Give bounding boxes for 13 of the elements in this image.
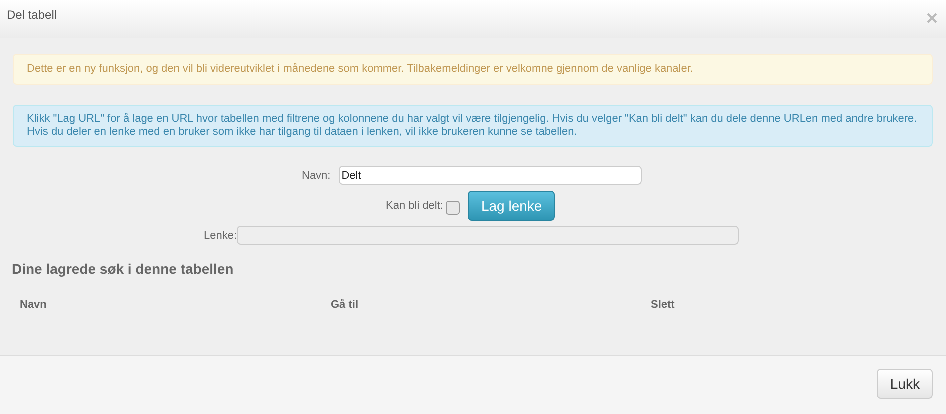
share-checkbox[interactable] — [446, 200, 460, 214]
link-label: Lenke: — [204, 230, 238, 242]
column-header: Gå til — [331, 299, 360, 311]
column-header: Slett — [651, 299, 675, 311]
name-field[interactable]: Delt — [338, 166, 642, 185]
alert-message: Dette er en ny funksjon, og den vil bli videreutviklet i månedene som kommer. Tilbakemeldinger er velkomne gjennom de vanlige kanaler. — [13, 54, 933, 85]
close-dialog-button[interactable]: Lukk — [877, 368, 933, 398]
name-label: Navn: — [302, 170, 331, 182]
section-heading: Dine lagrede søk i denne tabellen — [12, 261, 235, 277]
alert-message: Klikk "Lag URL" for å lage en URL hvor tabellen med filtrene og kolonnene du har valgt vil være tilgjengelig. Hvis du velger "Kan bli delt" kan du dele denne URLen med andre brukere. Hvis du deler en lenke med en bruker som ikke har tilgang til dataen i lenken, vil ikke brukeren kunne se tabellen. — [13, 105, 933, 147]
share-label: Kan bli delt: — [386, 200, 444, 212]
column-header: Navn — [20, 299, 48, 311]
window-title: Del tabell — [7, 8, 58, 22]
